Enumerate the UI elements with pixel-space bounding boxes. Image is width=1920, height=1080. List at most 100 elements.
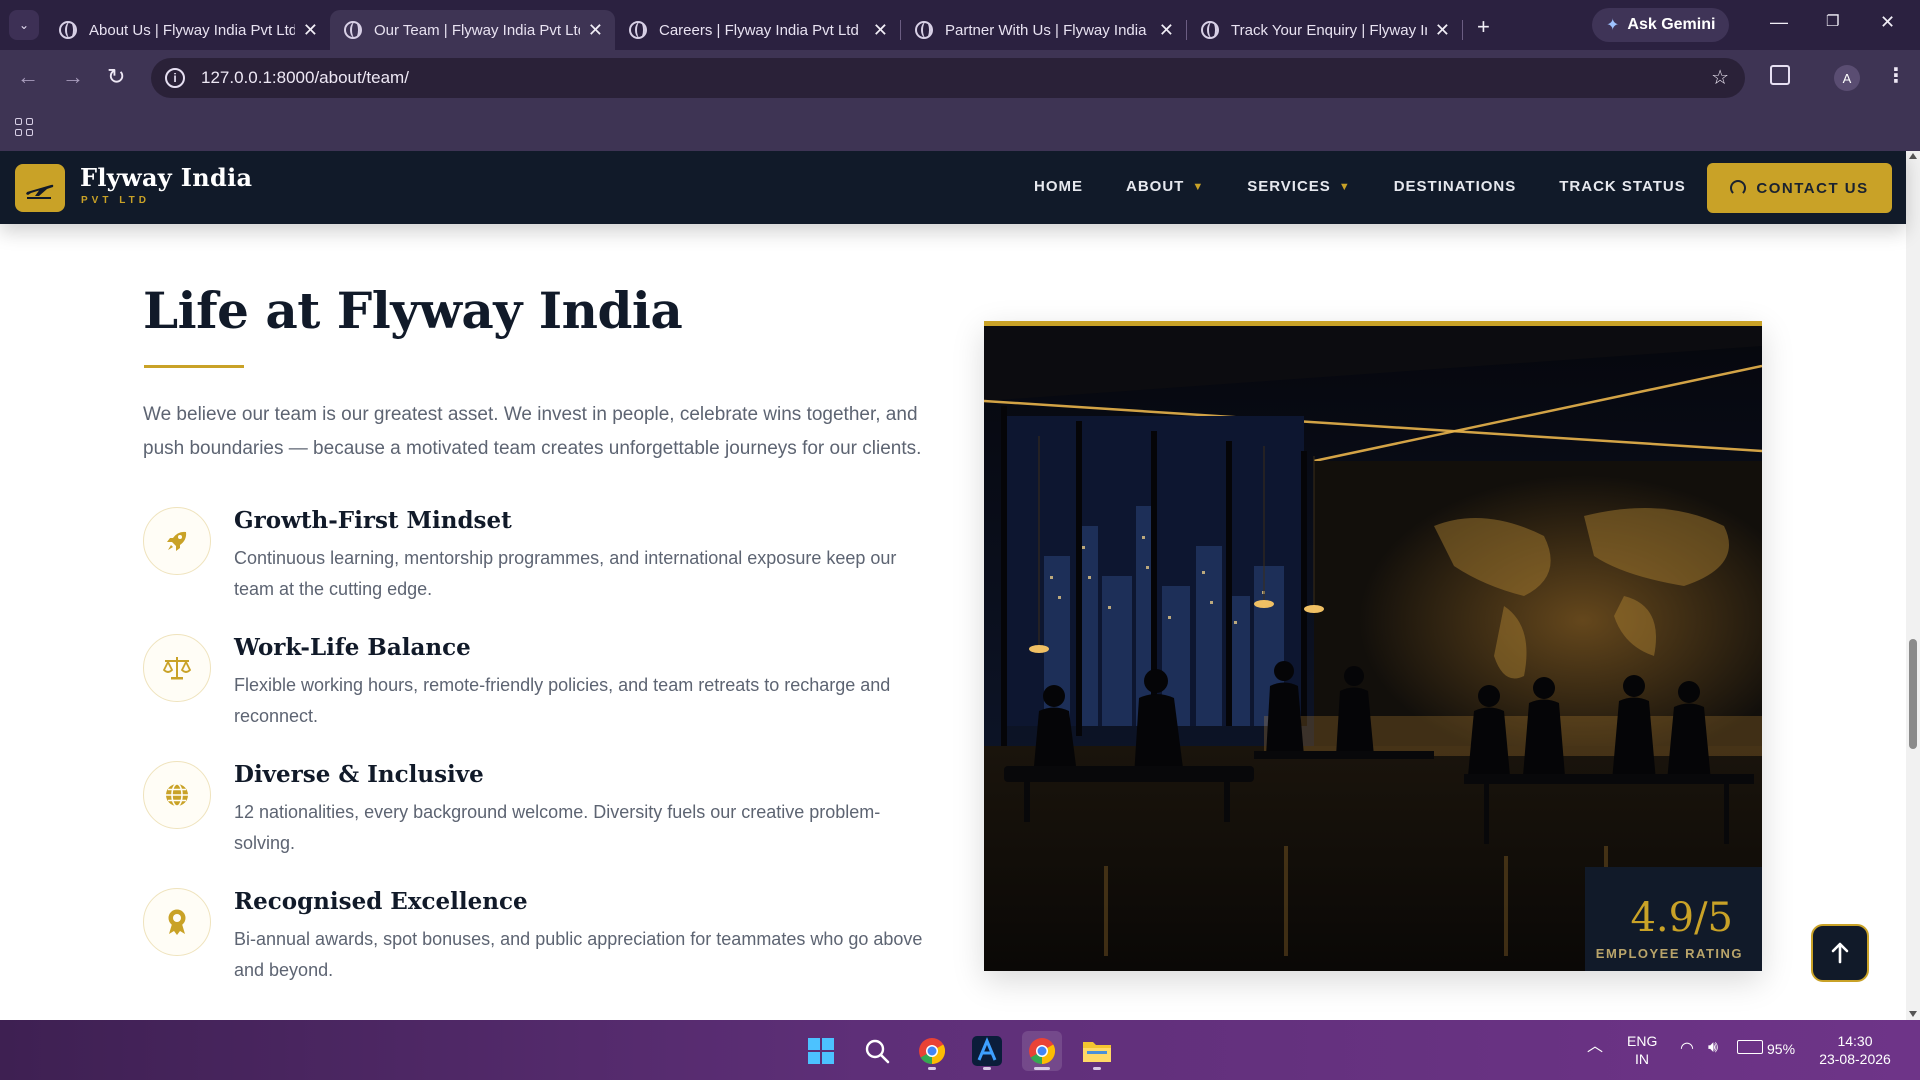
running-indicator: [928, 1067, 936, 1070]
close-tab-icon[interactable]: ✕: [873, 20, 888, 41]
restore-icon[interactable]: ❐: [1826, 12, 1839, 30]
gemini-sparkle-icon: ✦: [1606, 17, 1620, 34]
app-a-icon[interactable]: [967, 1031, 1007, 1071]
feature-title: Growth-First Mindset: [234, 507, 512, 534]
close-tab-icon[interactable]: ✕: [588, 20, 603, 41]
page-viewport: Flyway India PVT LTD HOME ABOUT ▼ SERVICE…: [0, 151, 1920, 1020]
feature-title: Work-Life Balance: [234, 634, 471, 661]
region-code: IN: [1635, 1051, 1649, 1067]
chrome-profile-icon[interactable]: [1022, 1031, 1062, 1071]
tab-our-team[interactable]: Our Team | Flyway India Pvt Ltd ✕: [330, 10, 615, 50]
battery-percent: 95%: [1767, 1041, 1796, 1057]
ask-gemini-button[interactable]: ✦ Ask Gemini: [1592, 8, 1730, 42]
nav-about-label: ABOUT: [1126, 178, 1185, 195]
tab-partner[interactable]: Partner With Us | Flyway India ✕: [901, 10, 1186, 50]
nav-about[interactable]: ABOUT ▼: [1126, 178, 1204, 195]
tab-careers[interactable]: Careers | Flyway India Pvt Ltd ✕: [615, 10, 900, 50]
tab-about-us[interactable]: About Us | Flyway India Pvt Ltd ✕: [45, 10, 330, 50]
globe-icon: [629, 21, 647, 39]
plane-logo-icon[interactable]: [15, 164, 65, 212]
title-divider: [144, 365, 244, 368]
volume-icon[interactable]: 🔊︎: [1708, 1039, 1718, 1057]
language-code: ENG: [1627, 1033, 1658, 1049]
windows-start-icon[interactable]: [801, 1031, 841, 1071]
running-indicator: [1093, 1067, 1101, 1070]
battery-icon[interactable]: [1737, 1040, 1763, 1054]
arrow-up-icon: [1831, 942, 1849, 964]
language-indicator[interactable]: ENG IN: [1627, 1032, 1657, 1068]
address-bar[interactable]: i 127.0.0.1:8000/about/team/ ☆: [151, 58, 1745, 98]
nav-services-label: SERVICES: [1247, 178, 1331, 195]
contact-us-button[interactable]: CONTACT US: [1707, 163, 1892, 213]
scroll-down-arrow-icon[interactable]: [1909, 1011, 1917, 1017]
rating-label: EMPLOYEE RATING: [1595, 946, 1743, 961]
page-scrollbar[interactable]: [1906, 151, 1920, 1020]
main-nav: HOME ABOUT ▼ SERVICES ▼ DESTINATIONS TRACK…: [1034, 178, 1729, 195]
feature-text: Continuous learning, mentorship programm…: [234, 548, 897, 599]
feature-text: Bi-annual awards, spot bonuses, and publ…: [234, 929, 923, 980]
nav-destinations-label: DESTINATIONS: [1393, 178, 1517, 195]
wifi-icon[interactable]: ◠: [1680, 1040, 1694, 1058]
section-title: Life at Flyway India: [143, 281, 683, 340]
tab-title: About Us | Flyway India Pvt Ltd: [89, 21, 295, 39]
headset-icon: [1730, 180, 1747, 196]
browser-tab-bar: ⌄ About Us | Flyway India Pvt Ltd ✕ Our …: [0, 0, 1920, 50]
feature-title: Diverse & Inclusive: [234, 761, 484, 788]
contact-us-label: CONTACT US: [1756, 179, 1869, 197]
tab-track-enquiry[interactable]: Track Your Enquiry | Flyway India ✕: [1187, 10, 1462, 50]
close-window-icon[interactable]: ✕: [1880, 12, 1895, 33]
feature-text: Flexible working hours, remote-friendly …: [234, 675, 891, 726]
nav-track-label: TRACK STATUS: [1559, 178, 1686, 195]
tab-separator: [1462, 20, 1463, 40]
award-icon: [143, 888, 211, 956]
running-indicator: [983, 1067, 991, 1070]
bookmark-star-icon[interactable]: ☆: [1711, 65, 1729, 90]
tab-title: Track Your Enquiry | Flyway India: [1231, 21, 1427, 39]
close-tab-icon[interactable]: ✕: [1159, 20, 1174, 41]
close-tab-icon[interactable]: ✕: [303, 20, 318, 41]
close-tab-icon[interactable]: ✕: [1435, 20, 1450, 41]
os-taskbar: ︿ ENG IN ◠ 🔊︎ 95% 14:30 23-08-2026: [0, 1020, 1920, 1080]
globe-icon: [1201, 21, 1219, 39]
brand-name[interactable]: Flyway India: [80, 163, 252, 192]
tab-search-menu-button[interactable]: ⌄: [9, 10, 39, 40]
tab-title: Our Team | Flyway India Pvt Ltd: [374, 21, 580, 39]
search-icon[interactable]: [857, 1031, 897, 1071]
nav-destinations[interactable]: DESTINATIONS: [1394, 178, 1517, 195]
forward-arrow-icon[interactable]: →: [62, 64, 84, 90]
brand-subtitle: PVT LTD: [81, 195, 150, 206]
tab-title: Careers | Flyway India Pvt Ltd: [659, 21, 859, 39]
running-indicator: [1034, 1067, 1050, 1070]
globe-icon: [915, 21, 933, 39]
nav-home[interactable]: HOME: [1034, 178, 1083, 195]
tab-title: Partner With Us | Flyway India: [945, 21, 1147, 39]
chevron-up-icon[interactable]: ︿: [1587, 1038, 1603, 1056]
nav-track-status[interactable]: TRACK STATUS: [1559, 178, 1685, 195]
balance-scale-icon: [143, 634, 211, 702]
employee-rating-badge: 4.9/5 EMPLOYEE RATING: [1585, 867, 1762, 971]
apps-grid-icon[interactable]: [15, 118, 33, 136]
minimize-icon[interactable]: —: [1770, 12, 1788, 33]
clock[interactable]: 14:30 23-08-2026: [1815, 1032, 1895, 1068]
globe-icon: [143, 761, 211, 829]
profile-avatar[interactable]: A: [1834, 65, 1860, 91]
reload-icon[interactable]: ↻: [107, 64, 125, 90]
scrollbar-thumb[interactable]: [1909, 639, 1917, 749]
file-explorer-icon[interactable]: [1077, 1031, 1117, 1071]
scroll-up-arrow-icon[interactable]: [1909, 153, 1917, 159]
back-arrow-icon[interactable]: ←: [17, 64, 39, 90]
chevron-down-icon: ▼: [1338, 180, 1351, 193]
gemini-label: Ask Gemini: [1627, 16, 1716, 33]
extensions-puzzle-icon[interactable]: [1770, 65, 1790, 85]
nav-services[interactable]: SERVICES ▼: [1247, 178, 1350, 195]
browser-menu-icon[interactable]: ⋮: [1886, 63, 1906, 88]
globe-icon: [344, 21, 362, 39]
chrome-icon[interactable]: [912, 1031, 952, 1071]
rating-value: 4.9/5: [1630, 895, 1733, 941]
url-text[interactable]: 127.0.0.1:8000/about/team/: [201, 68, 409, 88]
feature-text: 12 nationalities, every background welco…: [234, 802, 881, 853]
back-to-top-button[interactable]: [1811, 924, 1869, 982]
site-info-icon[interactable]: i: [165, 68, 185, 88]
globe-icon: [59, 21, 77, 39]
new-tab-button[interactable]: +: [1477, 14, 1490, 40]
